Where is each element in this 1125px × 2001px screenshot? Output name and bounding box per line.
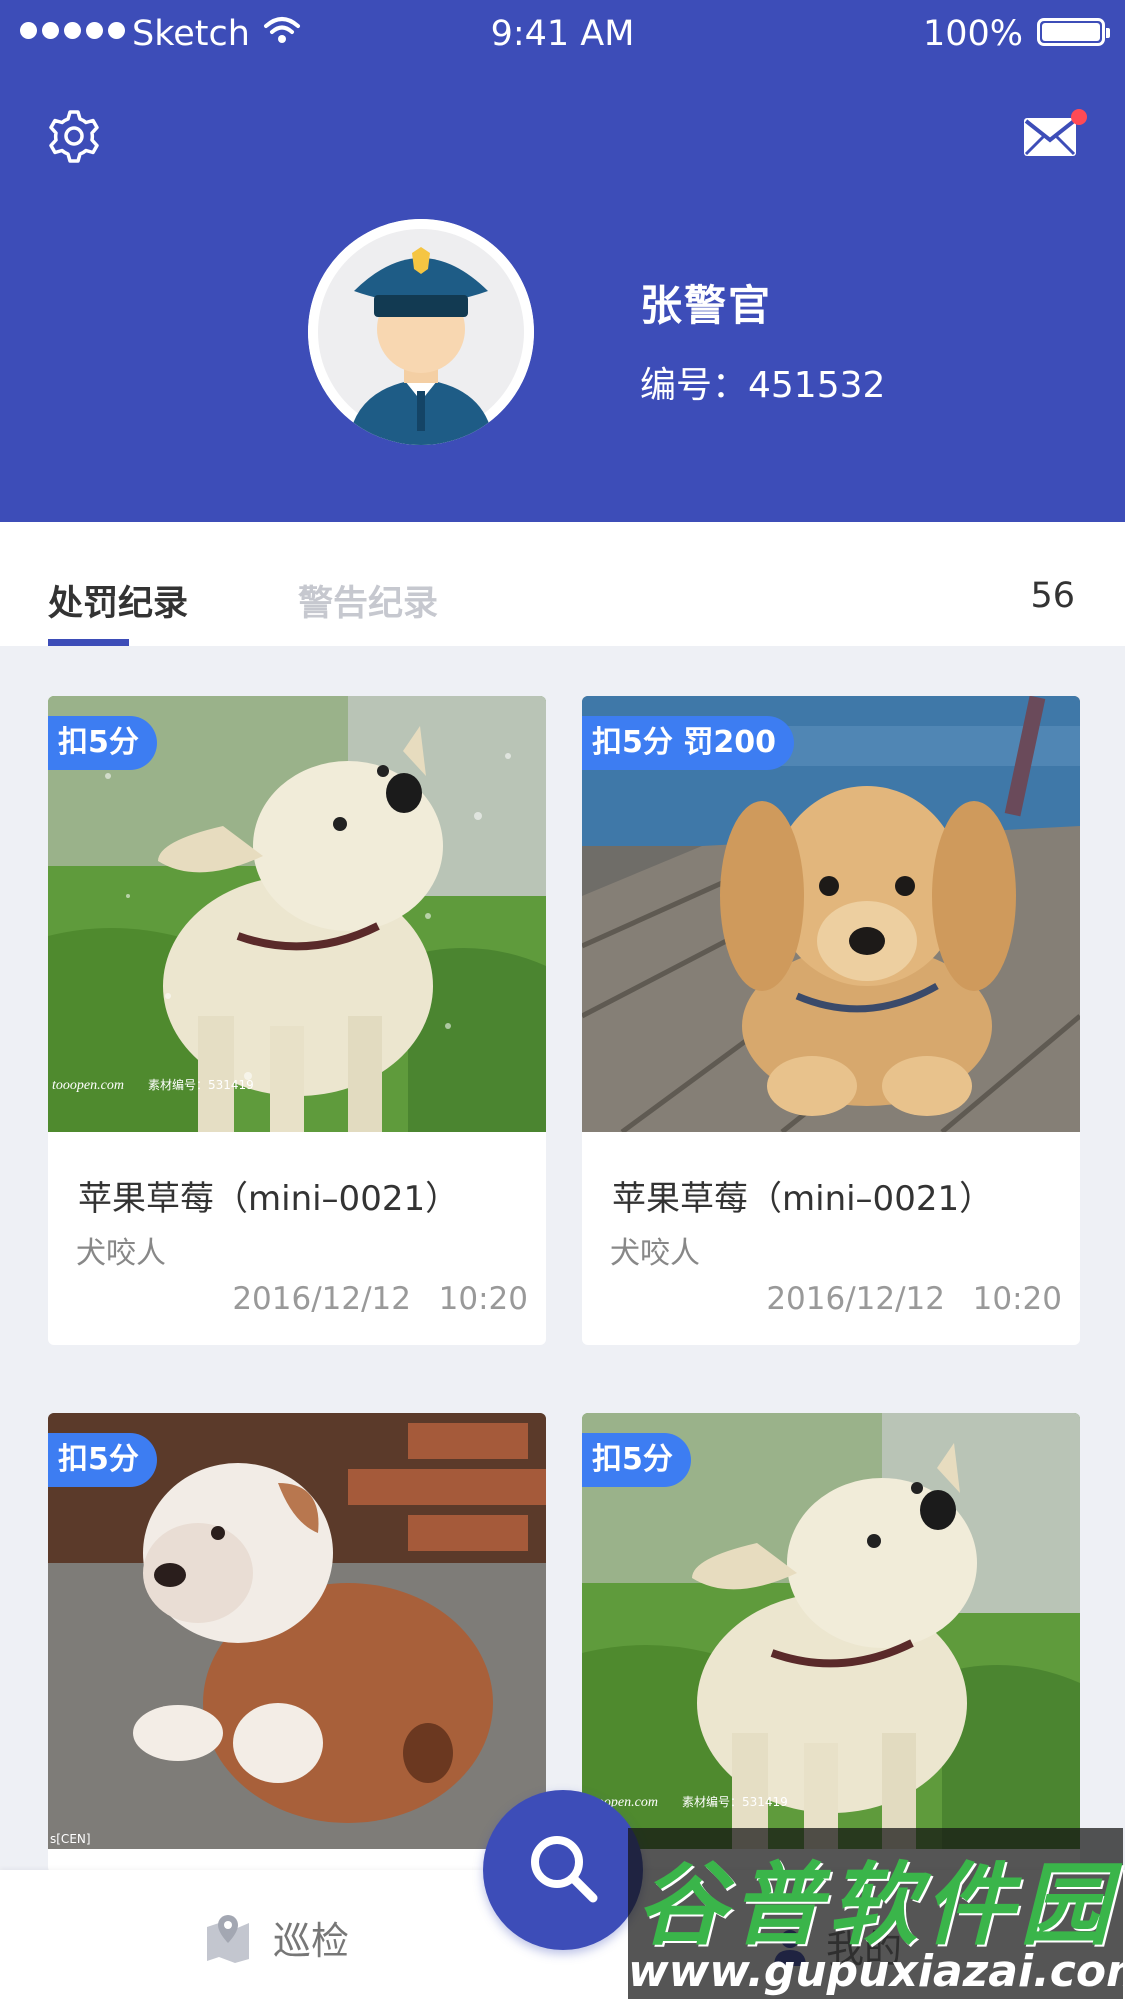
notification-dot: [1071, 109, 1087, 125]
penalty-badge: 扣5分: [48, 1433, 157, 1487]
record-count: 56: [1030, 576, 1075, 616]
nav-label-patrol: 巡检: [273, 1919, 350, 1963]
profile-header: Sketch 9:41 AM 100% 张警官 编号：451532: [0, 0, 1125, 522]
site-watermark: 谷普软件园 www.gupuxiazai.com: [628, 1828, 1125, 1999]
record-card[interactable]: 扣5分 罚200 苹果草莓（mini–0021） 犬咬人 2016/12/12 …: [582, 696, 1080, 1345]
officer-name: 张警官: [640, 281, 773, 330]
svg-text:s[CEN]: s[CEN]: [50, 1832, 91, 1846]
card-subtitle: 犬咬人: [76, 1236, 166, 1271]
officer-id: 编号：451532: [640, 365, 886, 406]
search-icon: [531, 1836, 598, 1903]
search-button[interactable]: [483, 1790, 643, 1950]
map-pin-icon: [207, 1914, 249, 1963]
watermark-title: 谷普软件园: [636, 1853, 1116, 1958]
record-card[interactable]: s[CEN] 扣5分: [48, 1413, 546, 1873]
battery-percent: 100%: [922, 14, 1023, 54]
battery-icon: [1037, 18, 1110, 46]
card-title: 苹果草莓（mini–0021）: [78, 1179, 460, 1219]
tab-warning-records[interactable]: 警告纪录: [298, 575, 438, 626]
tab-indicator: [48, 639, 129, 646]
gear-icon: [49, 110, 99, 163]
record-tabs: 处罚纪录 警告纪录 56: [0, 522, 1125, 646]
status-bar: Sketch 9:41 AM 100%: [0, 0, 1125, 68]
record-card[interactable]: tooopen.com 素材编号：531419 扣5分: [582, 1413, 1080, 1873]
card-date: 2016/12/12: [232, 1281, 411, 1317]
card-time: 10:20: [972, 1281, 1062, 1317]
card-subtitle: 犬咬人: [610, 1236, 700, 1271]
nav-item-patrol[interactable]: 巡检: [205, 1910, 349, 1965]
card-title: 苹果草莓（mini–0021）: [612, 1179, 994, 1219]
penalty-badge: 扣5分: [582, 1433, 691, 1487]
card-time: 10:20: [438, 1281, 528, 1317]
image-watermark-code: 素材编号：531419: [148, 1077, 254, 1092]
avatar[interactable]: [308, 219, 534, 445]
penalty-badge: 扣5分: [48, 716, 157, 770]
card-date: 2016/12/12: [766, 1281, 945, 1317]
image-watermark-site: tooopen.com: [52, 1078, 124, 1093]
tab-penalty-records[interactable]: 处罚纪录: [48, 575, 188, 626]
image-watermark-code: 素材编号：531419: [682, 1794, 788, 1809]
watermark-url: www.gupuxiazai.com: [628, 1946, 1125, 1997]
penalty-badge: 扣5分 罚200: [582, 716, 794, 770]
record-card[interactable]: tooopen.com 素材编号：531419 扣5分 苹果草莓（mini–00…: [48, 696, 546, 1345]
settings-button[interactable]: [46, 108, 102, 164]
police-officer-icon: [308, 219, 534, 445]
